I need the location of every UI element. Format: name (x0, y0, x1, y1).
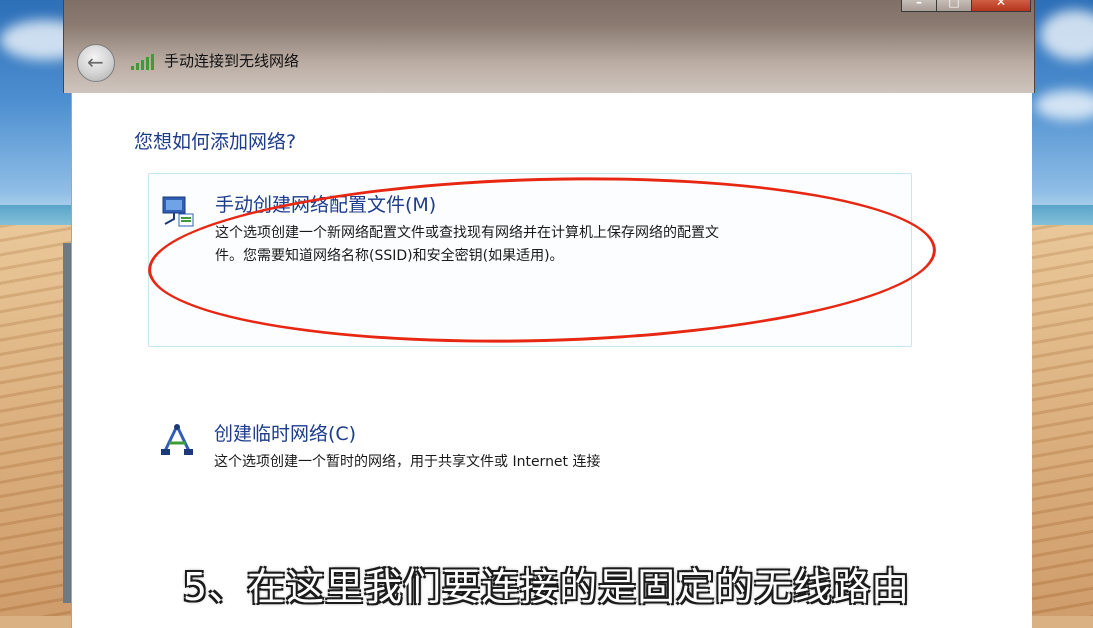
close-icon: ✕ (995, 0, 1007, 9)
window-titlebar: – □ ✕ ← 手动连接到无线网络 (63, 0, 1035, 93)
option-title: 创建临时网络(C) (214, 423, 357, 445)
page-heading: 您想如何添加网络? (134, 131, 297, 153)
adhoc-network-option[interactable]: 创建临时网络(C) 这个选项创建一个暂时的网络，用于共享文件或 Internet… (148, 413, 910, 493)
window-controls: – □ ✕ (901, 0, 1031, 12)
maximize-icon: □ (948, 0, 960, 9)
wireless-signal-icon (131, 54, 154, 70)
minimize-icon: – (916, 0, 922, 9)
video-subtitle: 5、在这里我们要连接的是固定的无线路由 (182, 565, 911, 609)
back-arrow-icon: ← (87, 50, 104, 74)
minimize-button[interactable]: – (901, 0, 937, 12)
network-profile-icon (162, 196, 194, 227)
maximize-button[interactable]: □ (936, 0, 972, 12)
close-button[interactable]: ✕ (971, 0, 1031, 12)
window-border (63, 243, 71, 603)
window-title: 手动连接到无线网络 (164, 52, 300, 70)
option-description-line: 这个选项创建一个暂时的网络，用于共享文件或 Internet 连接 (214, 454, 601, 470)
adhoc-network-icon (161, 424, 193, 455)
back-button[interactable]: ← (77, 44, 115, 82)
wizard-content: 您想如何添加网络? 手动创建网络配置文件(M) 这个选项创建一个新网络配置文件或… (71, 93, 1032, 628)
option-description: 这个选项创建一个暂时的网络，用于共享文件或 Internet 连接 (214, 451, 914, 474)
